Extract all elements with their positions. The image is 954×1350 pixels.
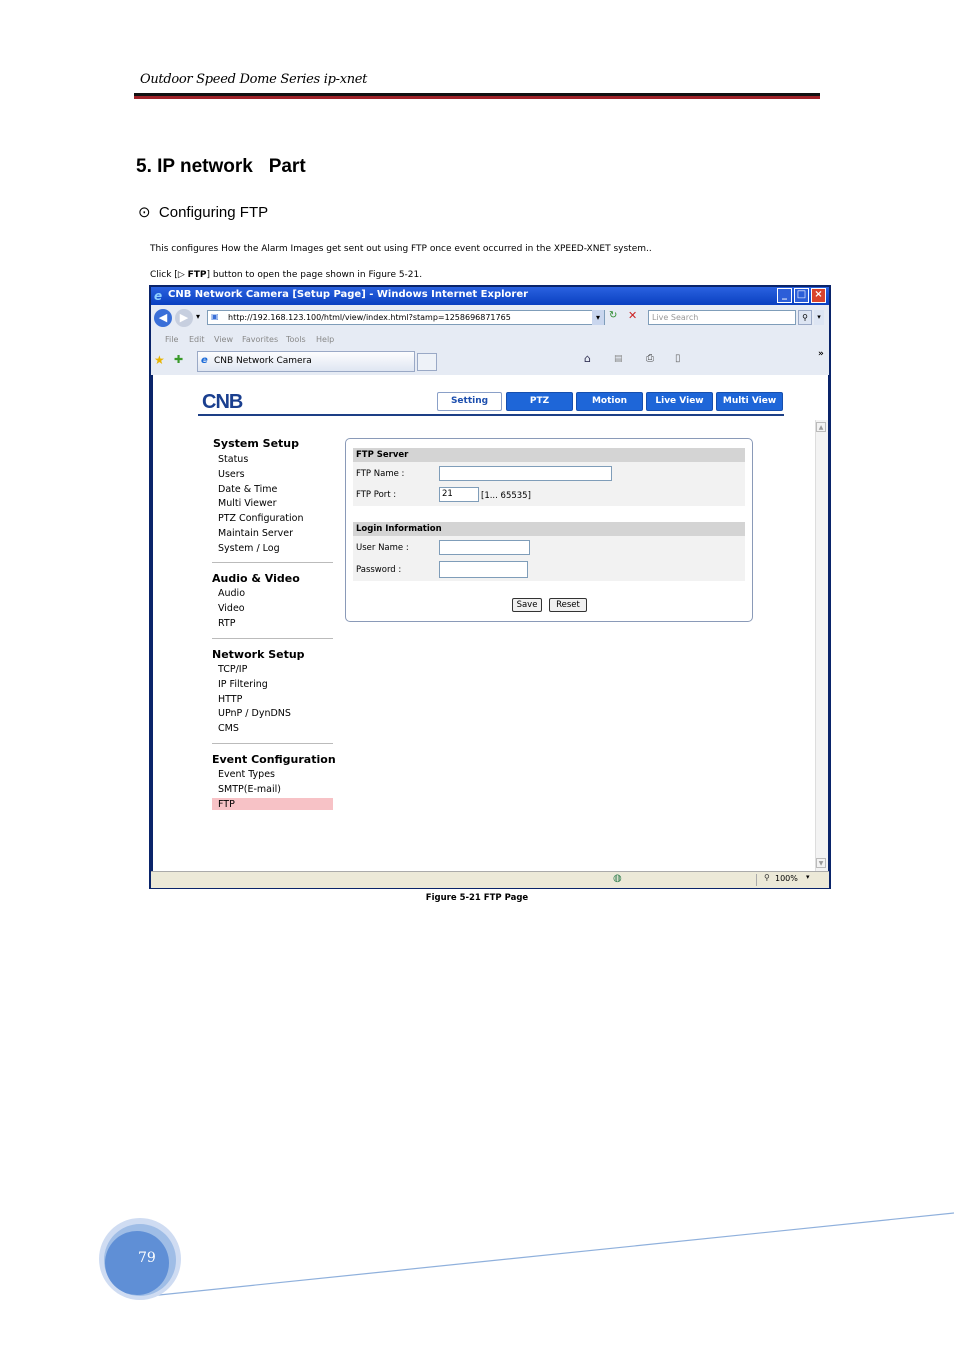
zoom-icon[interactable]: ⚲ <box>764 873 770 882</box>
cnb-logo: CNB <box>202 391 243 413</box>
intro-paragraph: This configures How the Alarm Images get… <box>150 244 652 254</box>
top-nav-line <box>198 414 784 416</box>
address-bar[interactable]: http://192.168.123.100/html/view/index.h… <box>207 310 605 325</box>
sidebar-item-http[interactable]: HTTP <box>218 694 242 705</box>
sidebar-item-date-time[interactable]: Date & Time <box>218 484 277 495</box>
maximize-icon[interactable]: □ <box>794 288 809 303</box>
page-menu-icon[interactable]: ▯ <box>675 353 681 364</box>
menu-tools[interactable]: Tools <box>286 335 306 344</box>
save-button[interactable]: Save <box>512 598 542 612</box>
login-info-header: Login Information <box>353 522 745 536</box>
sidebar-item-cms[interactable]: CMS <box>218 723 239 734</box>
scroll-up-icon[interactable]: ▲ <box>816 422 826 432</box>
statusbar-divider <box>756 874 757 886</box>
ftp-port-range: [1... 65535] <box>481 491 531 501</box>
sidebar-item-maintain-server[interactable]: Maintain Server <box>218 528 293 539</box>
sidebar-item-smtp[interactable]: SMTP(E-mail) <box>218 784 281 795</box>
section-title: 5. IP network Part <box>136 156 306 177</box>
sidebar-item-ftp[interactable]: FTP <box>218 799 235 810</box>
history-dropdown-icon[interactable]: ▾ <box>196 312 200 321</box>
menu-favorites[interactable]: Favorites <box>242 335 278 344</box>
menu-help[interactable]: Help <box>316 335 334 344</box>
sidebar-group-system-setup: System Setup <box>213 437 299 450</box>
sidebar-item-system-log[interactable]: System / Log <box>218 543 280 554</box>
close-icon[interactable]: × <box>811 288 826 303</box>
menu-view[interactable]: View <box>214 335 233 344</box>
login-info-block <box>353 536 745 581</box>
figure-caption: Figure 5-21 FTP Page <box>425 893 529 903</box>
tab-ie-icon: e <box>201 355 208 366</box>
sidebar-item-tcp-ip[interactable]: TCP/IP <box>218 664 247 675</box>
sidebar-group-network-setup: Network Setup <box>212 648 305 661</box>
page-header-title: Outdoor Speed Dome Series ip-xnet <box>140 72 368 87</box>
print-icon[interactable]: ⎙ <box>646 353 654 364</box>
sidebar-divider <box>212 562 333 563</box>
page-icon: ▣ <box>211 312 219 321</box>
ftp-name-label: FTP Name : <box>356 469 405 479</box>
scrollbar[interactable] <box>815 420 828 872</box>
browser-statusbar <box>151 871 829 888</box>
zoom-level[interactable]: 100% <box>775 874 798 883</box>
reset-button[interactable]: Reset <box>549 598 587 612</box>
sidebar-item-event-types[interactable]: Event Types <box>218 769 275 780</box>
refresh-icon[interactable]: ↻ <box>609 310 617 321</box>
minimize-icon[interactable]: _ <box>777 288 792 303</box>
menu-edit[interactable]: Edit <box>189 335 205 344</box>
internet-zone-icon: ◍ <box>613 873 622 884</box>
forward-icon[interactable]: ▶ <box>175 309 193 327</box>
tab-multi-view[interactable]: Multi View <box>716 392 783 411</box>
header-rule-red <box>134 96 820 99</box>
user-name-label: User Name : <box>356 543 409 553</box>
sidebar-divider <box>212 743 333 744</box>
add-favorite-icon[interactable]: ✚ <box>174 353 183 366</box>
sidebar-item-rtp[interactable]: RTP <box>218 618 235 629</box>
feeds-icon[interactable]: ▤ <box>614 354 623 364</box>
instruction-pre: Click [▷ <box>150 270 188 280</box>
tab-motion[interactable]: Motion <box>576 392 643 411</box>
ftp-server-header: FTP Server <box>353 448 745 462</box>
instruction-post: ] button to open the page shown in Figur… <box>206 270 423 280</box>
sidebar-group-event-configuration: Event Configuration <box>212 753 336 766</box>
ie-logo-icon: e <box>154 289 163 303</box>
new-tab-button[interactable] <box>417 353 437 371</box>
browser-tab[interactable]: CNB Network Camera <box>197 351 415 372</box>
instruction-paragraph: Click [▷ FTP] button to open the page sh… <box>150 270 422 280</box>
tab-setting[interactable]: Setting <box>437 392 502 411</box>
user-name-field[interactable] <box>439 540 530 555</box>
sidebar-item-status[interactable]: Status <box>218 454 248 465</box>
chevron-more-icon[interactable]: » <box>818 349 824 359</box>
browser-title: CNB Network Camera [Setup Page] - Window… <box>168 289 529 300</box>
ftp-name-field[interactable] <box>439 466 612 481</box>
ftp-port-label: FTP Port : <box>356 490 397 500</box>
favorites-star-icon[interactable]: ★ <box>154 353 165 367</box>
sidebar-item-ptz-configuration[interactable]: PTZ Configuration <box>218 513 304 524</box>
menu-file[interactable]: File <box>165 335 178 344</box>
search-options-icon[interactable]: ▾ <box>814 310 824 325</box>
page-number: 79 <box>138 1250 156 1266</box>
search-icon[interactable]: ⚲ <box>798 310 812 325</box>
ftp-port-field[interactable]: 21 <box>439 487 479 502</box>
search-input[interactable]: Live Search <box>648 310 796 325</box>
sidebar-item-ip-filtering[interactable]: IP Filtering <box>218 679 268 690</box>
zoom-dropdown-icon[interactable]: ▾ <box>806 873 810 881</box>
address-dropdown-icon[interactable]: ▾ <box>592 310 604 325</box>
sidebar-item-audio[interactable]: Audio <box>218 588 245 599</box>
sidebar-item-users[interactable]: Users <box>218 469 245 480</box>
instruction-bold: FTP <box>187 270 207 280</box>
scroll-down-icon[interactable]: ▼ <box>816 858 826 868</box>
password-field[interactable] <box>439 561 528 578</box>
password-label: Password : <box>356 565 402 575</box>
sidebar-group-audio-video: Audio & Video <box>212 572 300 585</box>
back-icon[interactable]: ◀ <box>154 309 172 327</box>
stop-icon[interactable]: ✕ <box>628 309 637 322</box>
sidebar-item-multi-viewer[interactable]: Multi Viewer <box>218 498 277 509</box>
sidebar-item-upnp-dyndns[interactable]: UPnP / DynDNS <box>218 708 291 719</box>
tab-live-view[interactable]: Live View <box>646 392 713 411</box>
sidebar-divider <box>212 638 333 639</box>
sidebar-item-video[interactable]: Video <box>218 603 245 614</box>
tab-ptz[interactable]: PTZ <box>506 392 573 411</box>
subsection-title: ⊙ Configuring FTP <box>138 204 269 221</box>
home-icon[interactable]: ⌂ <box>584 352 591 365</box>
